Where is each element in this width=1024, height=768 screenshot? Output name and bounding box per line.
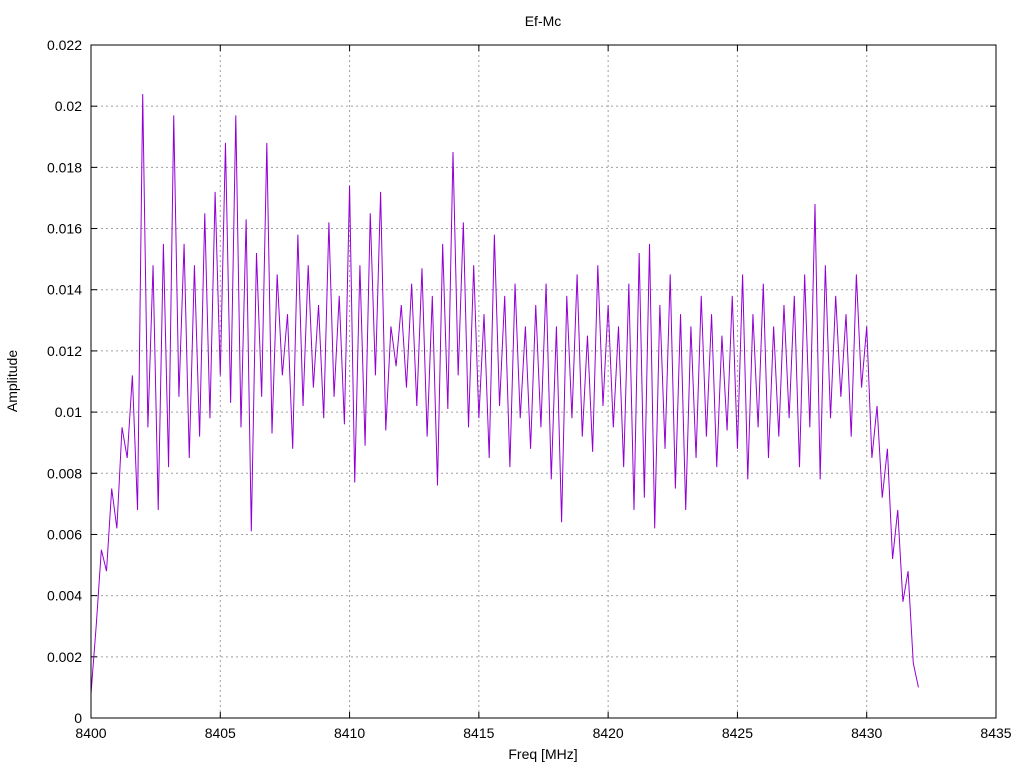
y-tick-label: 0.002	[47, 649, 82, 665]
plot-border	[90, 44, 997, 719]
y-tick-label: 0.006	[47, 526, 82, 542]
y-tick-label: 0.016	[47, 221, 82, 237]
y-tick-label: 0.008	[47, 465, 82, 481]
x-tick-label: 8430	[851, 725, 882, 741]
y-axis-label: Amplitude	[4, 350, 20, 412]
y-tick-label: 0.014	[47, 282, 82, 298]
chart-title: Ef-Mc	[525, 13, 562, 29]
x-tick-label: 8420	[593, 725, 624, 741]
series-line	[90, 93, 919, 694]
y-tick-label: 0.01	[55, 404, 82, 420]
x-tick-label: 8425	[722, 725, 753, 741]
x-axis-label: Freq [MHz]	[508, 746, 577, 762]
x-tick-label: 8405	[205, 725, 236, 741]
chart: Ef-Mc Amplitude Freq [MHz] 8400 8405 8410 8…	[4, 13, 1012, 762]
x-tick-label: 8400	[75, 725, 106, 741]
y-tick-label: 0	[74, 710, 82, 726]
x-tick-label: 8435	[980, 725, 1011, 741]
y-tick-label: 0.022	[47, 37, 82, 53]
y-tick-label: 0.012	[47, 343, 82, 359]
grid	[91, 45, 996, 718]
x-tick-label: 8410	[334, 725, 365, 741]
y-tick-label: 0.02	[55, 98, 82, 114]
y-tick-label: 0.018	[47, 159, 82, 175]
y-tick-label: 0.004	[47, 588, 82, 604]
x-tick-label: 8415	[463, 725, 494, 741]
